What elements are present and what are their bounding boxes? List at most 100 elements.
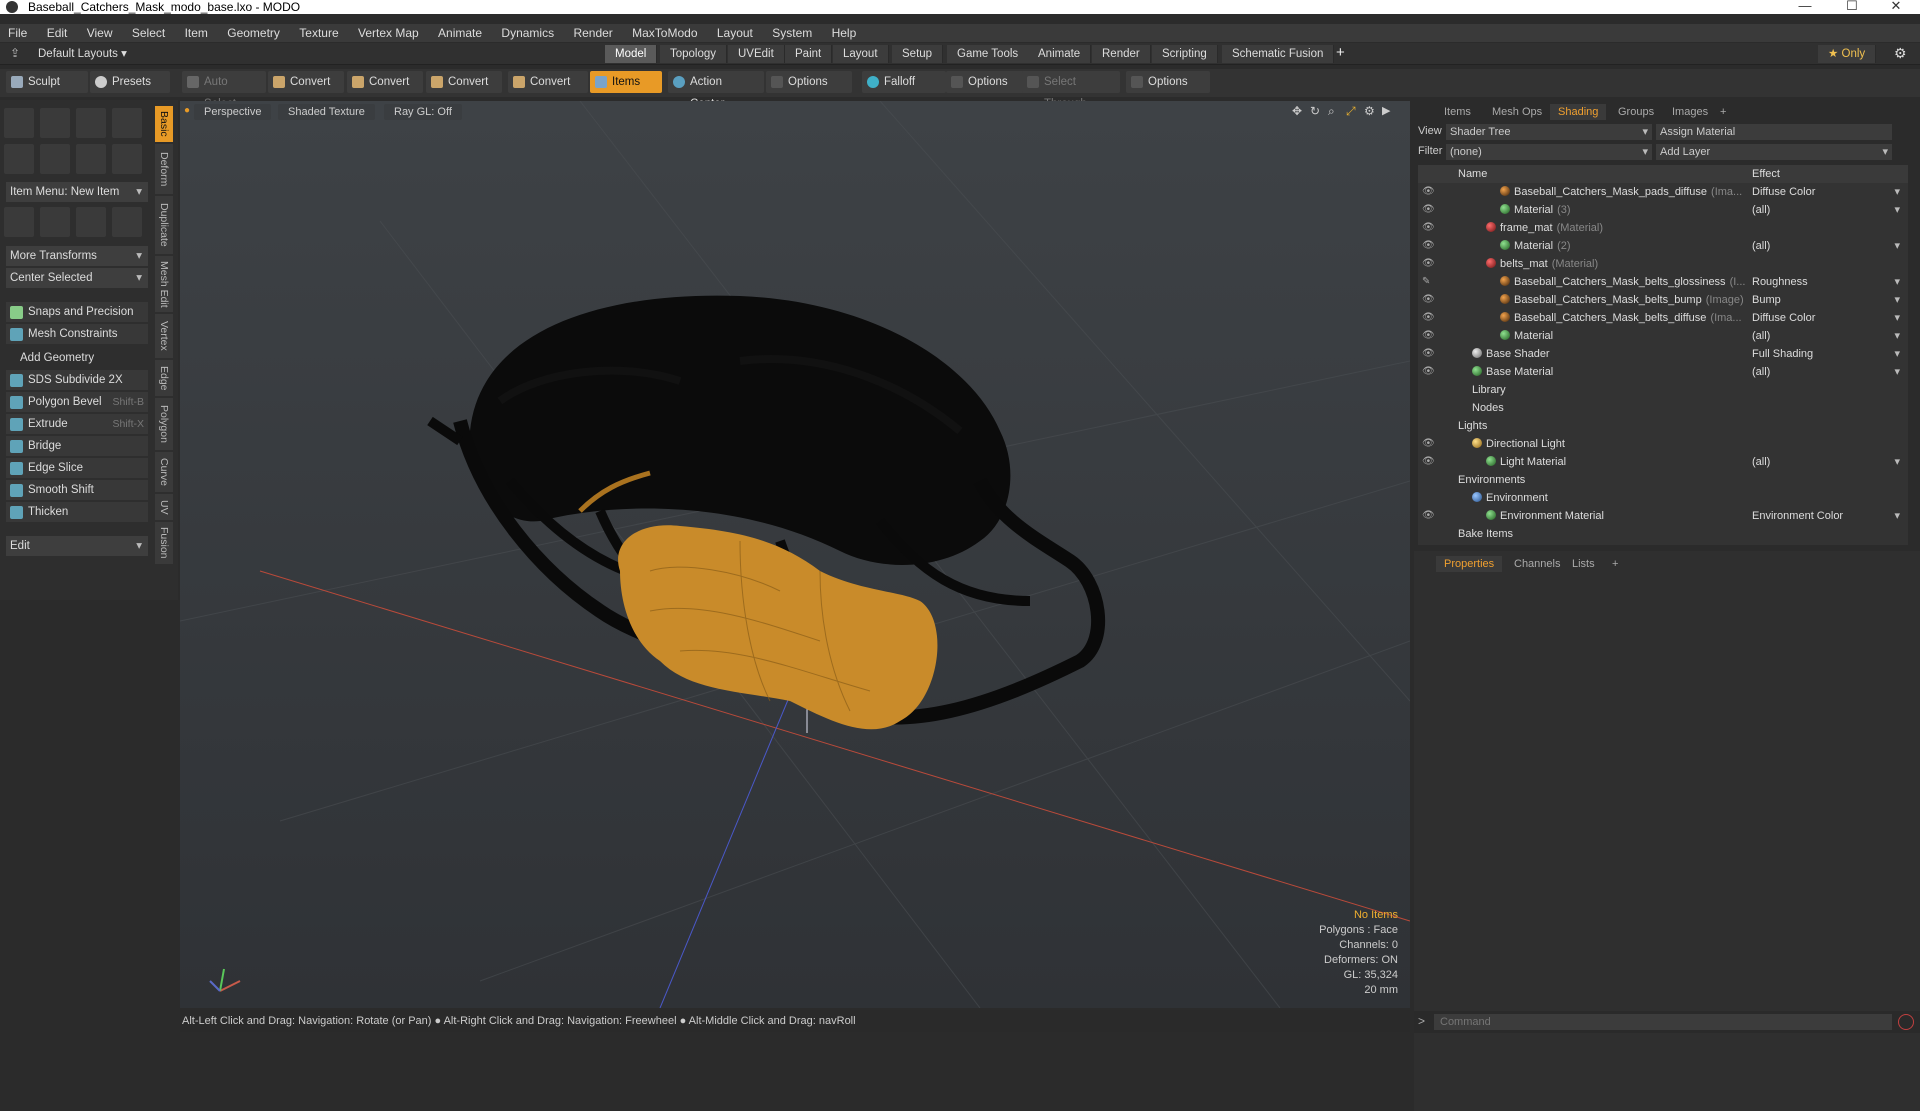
tab-animate[interactable]: Animate — [1028, 45, 1092, 63]
vtab-fusion[interactable]: Fusion — [155, 522, 173, 564]
shader-tree-row[interactable]: 👁 Baseball_Catchers_Mask_belts_diffuse (Im… — [1418, 309, 1908, 327]
menu-maxtomodo[interactable]: MaxToModo — [624, 24, 705, 42]
3d-viewport[interactable]: ● Perspective Shaded Texture Ray GL: Off… — [180, 101, 1410, 1008]
effect-dropdown[interactable]: Diffuse Color — [1752, 183, 1902, 201]
maximize-button[interactable]: ☐ — [1832, 0, 1872, 13]
shader-tree-row[interactable]: ✎ Baseball_Catchers_Mask_belts_glossiness… — [1418, 273, 1908, 291]
menu-edit[interactable]: Edit — [39, 24, 76, 42]
options-button-3[interactable]: Options — [1126, 71, 1210, 93]
rotate-icon[interactable]: ↻ — [1310, 104, 1320, 118]
tab-setup[interactable]: Setup — [892, 45, 944, 63]
visibility-eye-icon[interactable]: 👁 — [1422, 237, 1436, 255]
layout-up-icon[interactable]: ⇪ — [10, 46, 20, 60]
tab-groups[interactable]: Groups — [1610, 104, 1662, 120]
tab-scripting[interactable]: Scripting — [1152, 45, 1218, 63]
effect-dropdown[interactable]: (all) — [1752, 201, 1902, 219]
effect-dropdown[interactable]: Environment Color — [1752, 507, 1902, 525]
menu-vertex-map[interactable]: Vertex Map — [350, 24, 427, 42]
vtab-curve[interactable]: Curve — [155, 452, 173, 492]
vtab-vertex[interactable]: Vertex — [155, 314, 173, 358]
vtab-uv[interactable]: UV — [155, 494, 173, 520]
shader-tree-row[interactable]: Nodes — [1418, 399, 1908, 417]
menu-help[interactable]: Help — [824, 24, 865, 42]
shader-tree-row[interactable]: 👁 Baseball_Catchers_Mask_belts_bump (Image… — [1418, 291, 1908, 309]
vtab-basic[interactable]: Basic — [155, 106, 173, 142]
effect-dropdown[interactable]: (all) — [1752, 363, 1902, 381]
shader-tree-row[interactable]: 👁 Directional Light — [1418, 435, 1908, 453]
menu-view[interactable]: View — [79, 24, 121, 42]
grid-icon[interactable] — [40, 207, 70, 237]
edge-slice-button[interactable]: Edge Slice — [6, 458, 148, 478]
menu-texture[interactable]: Texture — [291, 24, 346, 42]
effect-dropdown[interactable]: (all) — [1752, 327, 1902, 345]
menu-layout[interactable]: Layout — [709, 24, 761, 42]
visibility-eye-icon[interactable]: 👁 — [1422, 201, 1436, 219]
view-dropdown[interactable]: Shader Tree — [1446, 124, 1652, 140]
tab-render[interactable]: Render — [1092, 45, 1151, 63]
item-menu-dropdown[interactable]: Item Menu: New Item — [6, 182, 148, 202]
vtab-edge[interactable]: Edge — [155, 360, 173, 396]
auto-select-button[interactable]: Auto Select — [182, 71, 266, 110]
tab-layout[interactable]: Layout — [833, 45, 889, 63]
edit-brush-icon[interactable]: ✎ — [1422, 273, 1436, 291]
transform-icon[interactable] — [4, 207, 34, 237]
minimize-button[interactable]: — — [1785, 0, 1825, 13]
visibility-eye-icon[interactable]: 👁 — [1422, 291, 1436, 309]
shader-tree-row[interactable]: 👁 Material (3) (all) — [1418, 201, 1908, 219]
options-button-1[interactable]: Options — [766, 71, 852, 93]
menu-system[interactable]: System — [764, 24, 820, 42]
fit-icon[interactable]: ⤢ — [1346, 104, 1356, 119]
menu-geometry[interactable]: Geometry — [219, 24, 288, 42]
shader-tree-row[interactable]: 👁 Environment Material Environment Color — [1418, 507, 1908, 525]
effect-dropdown[interactable]: Roughness — [1752, 273, 1902, 291]
assign-material-button[interactable]: Assign Material — [1656, 124, 1892, 140]
filter-dropdown[interactable]: (none) — [1446, 144, 1652, 160]
shader-tree-row[interactable]: Lights — [1418, 417, 1908, 435]
effect-dropdown[interactable]: (all) — [1752, 237, 1902, 255]
visibility-eye-icon[interactable]: 👁 — [1422, 255, 1436, 273]
text-tool-icon[interactable] — [112, 144, 142, 174]
sculpt-button[interactable]: Sculpt — [6, 71, 88, 93]
effect-dropdown[interactable]: (all) — [1752, 453, 1902, 471]
viewport-menu-icon[interactable]: ● — [184, 105, 190, 116]
action-center-button[interactable]: Action Center — [668, 71, 764, 110]
menu-animate[interactable]: Animate — [430, 24, 490, 42]
presets-button[interactable]: Presets F6 — [90, 71, 170, 110]
convert-button-3[interactable]: Convert — [426, 71, 502, 93]
more-transforms-dropdown[interactable]: More Transforms — [6, 246, 148, 266]
tab-properties[interactable]: Properties — [1436, 556, 1503, 572]
tab-items[interactable]: Items — [1436, 104, 1479, 120]
tab-shading[interactable]: Shading — [1550, 104, 1607, 120]
visibility-eye-icon[interactable]: 👁 — [1422, 435, 1436, 453]
default-layouts-dropdown[interactable]: Default Layouts ▾ — [38, 46, 127, 60]
snaps-precision-button[interactable]: Snaps and Precision — [6, 302, 148, 322]
shader-tree-row[interactable]: Environments — [1418, 471, 1908, 489]
polygon-bevel-button[interactable]: Polygon Bevel Shift-B — [6, 392, 148, 412]
name-column-header[interactable]: Name — [1458, 165, 1487, 183]
taper-icon[interactable] — [112, 207, 142, 237]
shader-tree-row[interactable]: 👁 Base Material (all) — [1418, 363, 1908, 381]
menu-select[interactable]: Select — [124, 24, 173, 42]
visibility-eye-icon[interactable]: 👁 — [1422, 453, 1436, 471]
raygl-toggle[interactable]: Ray GL: Off — [384, 104, 462, 120]
shader-tree-row[interactable]: 👁 Light Material (all) — [1418, 453, 1908, 471]
effect-column-header[interactable]: Effect — [1752, 165, 1902, 183]
effect-dropdown[interactable]: Diffuse Color — [1752, 309, 1902, 327]
menu-dynamics[interactable]: Dynamics — [493, 24, 562, 42]
globe-icon[interactable] — [76, 207, 106, 237]
tab-schematic-fusion[interactable]: Schematic Fusion — [1222, 45, 1335, 63]
record-icon[interactable] — [1898, 1014, 1914, 1030]
menu-item[interactable]: Item — [177, 24, 216, 42]
zoom-icon[interactable]: ⌕ — [1328, 104, 1335, 119]
shader-tree-row[interactable]: 👁 frame_mat (Material) — [1418, 219, 1908, 237]
select-through-button[interactable]: Select Through — [1022, 71, 1120, 110]
pen-tool-icon[interactable] — [76, 144, 106, 174]
shader-tree-row[interactable]: 👁 Baseball_Catchers_Mask_pads_diffuse (Ima… — [1418, 183, 1908, 201]
shader-tree-row[interactable]: Environment — [1418, 489, 1908, 507]
cube-primitive-icon[interactable] — [4, 108, 34, 138]
gear-icon[interactable]: ⚙ — [1894, 45, 1907, 62]
tab-images[interactable]: Images — [1664, 104, 1716, 120]
tab-model[interactable]: Model — [605, 45, 658, 63]
items-mode-button[interactable]: Items — [590, 71, 662, 93]
thicken-button[interactable]: Thicken — [6, 502, 148, 522]
